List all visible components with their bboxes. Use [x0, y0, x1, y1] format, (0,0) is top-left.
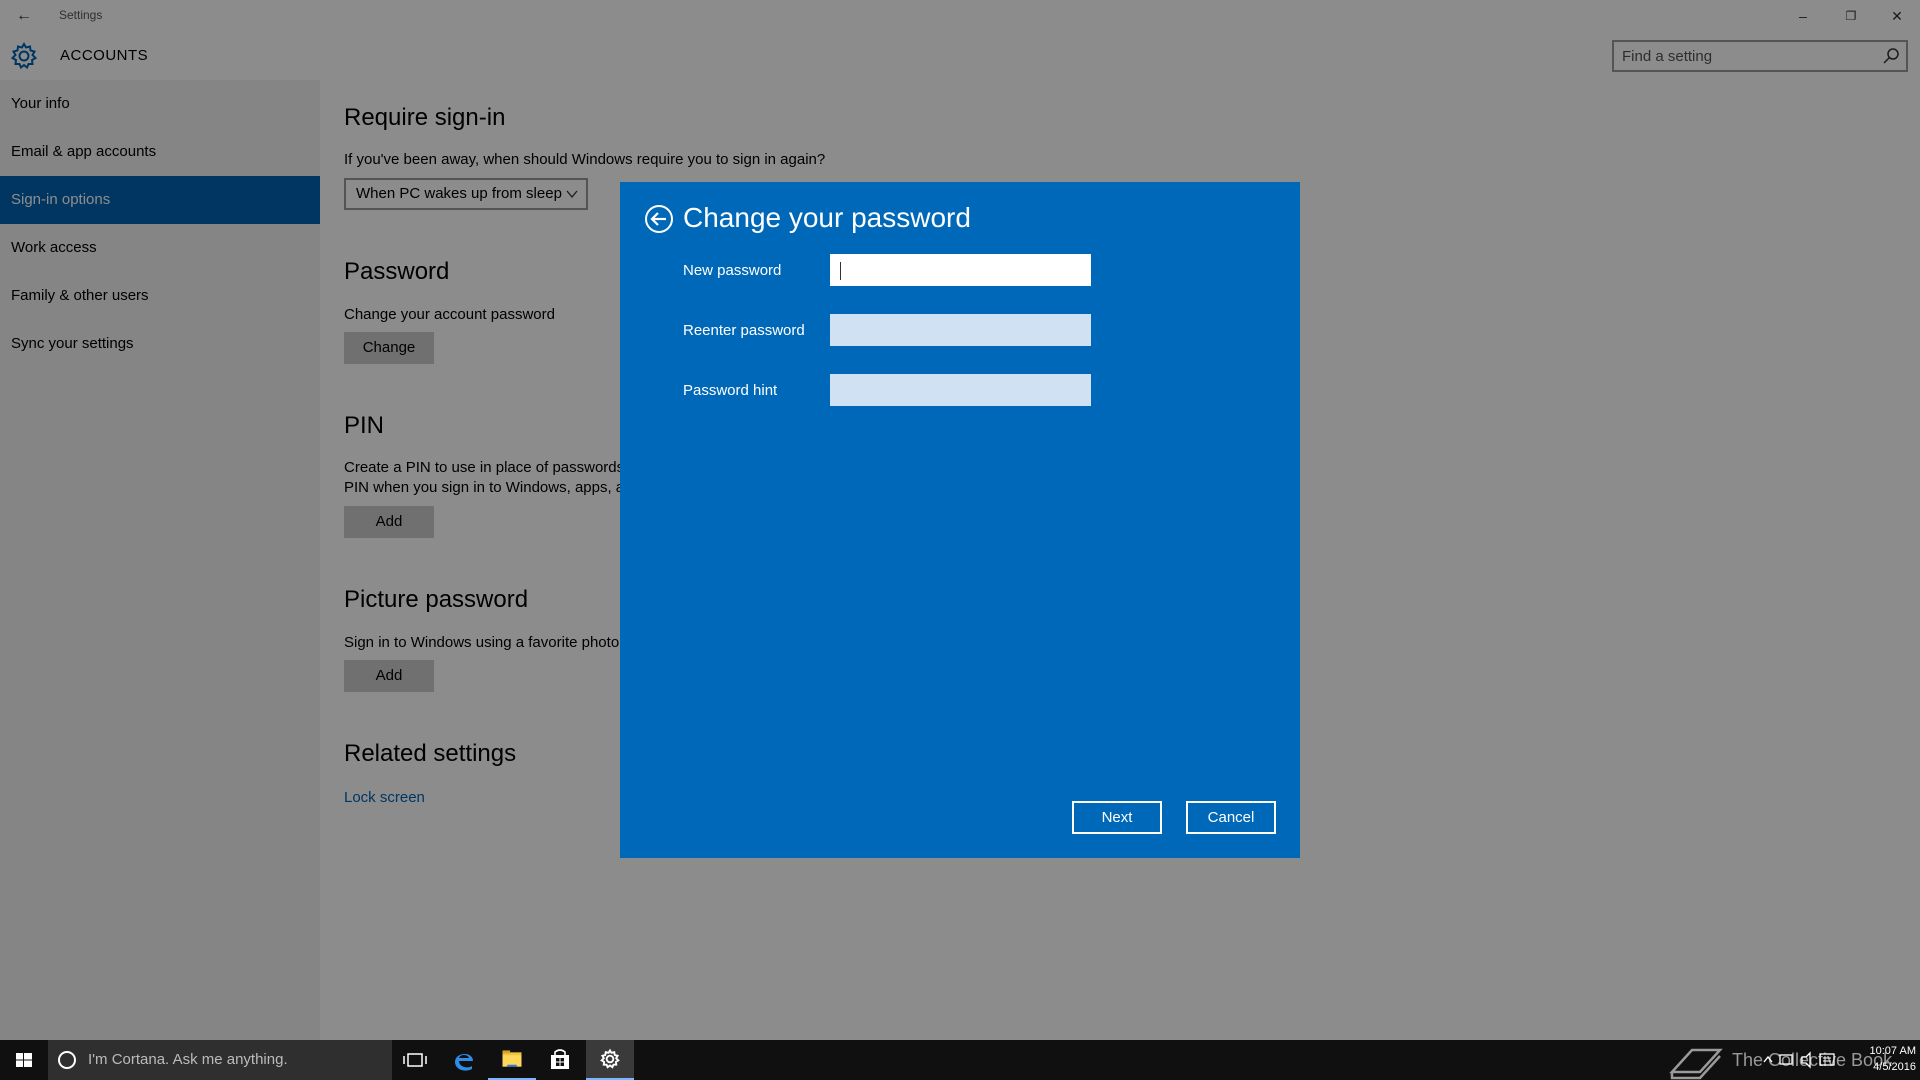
password-hint-label: Password hint	[683, 382, 778, 399]
settings-window: ← Settings – ❐ ✕ ACCOUNTS Your info Emai…	[0, 0, 1920, 1040]
edge-icon[interactable]	[440, 1040, 488, 1080]
next-button[interactable]: Next	[1072, 801, 1162, 834]
store-icon[interactable]	[536, 1040, 584, 1080]
system-tray[interactable]	[1760, 1040, 1840, 1080]
text-caret	[840, 262, 841, 280]
book-logo-icon	[1669, 1048, 1723, 1080]
settings-app-gear-icon[interactable]	[586, 1040, 634, 1080]
clock[interactable]: 10:07 AM 4/5/2016	[1848, 1043, 1916, 1075]
task-view-icon[interactable]	[392, 1040, 440, 1080]
cortana-text: I'm Cortana. Ask me anything.	[88, 1051, 288, 1068]
password-hint-field[interactable]	[830, 374, 1091, 406]
new-password-field[interactable]	[830, 254, 1091, 286]
watermark: The Collective Book	[1668, 1042, 1892, 1080]
cortana-search-box[interactable]: I'm Cortana. Ask me anything.	[48, 1040, 392, 1080]
dialog-title: Change your password	[683, 202, 971, 233]
cancel-button[interactable]: Cancel	[1186, 801, 1276, 834]
windows-logo-icon[interactable]	[0, 1040, 48, 1080]
change-password-dialog: Change your password New password Reente…	[620, 182, 1300, 858]
clock-date: 4/5/2016	[1873, 1061, 1916, 1073]
new-password-label: New password	[683, 262, 782, 279]
cortana-icon	[58, 1051, 76, 1069]
folder-icon[interactable]	[488, 1040, 536, 1080]
clock-time: 10:07 AM	[1869, 1045, 1916, 1057]
taskbar: I'm Cortana. Ask me anything. The Collec…	[0, 1040, 1920, 1080]
reenter-password-label: Reenter password	[683, 322, 805, 339]
reenter-password-field[interactable]	[830, 314, 1091, 346]
back-arrow-circle-icon[interactable]	[644, 204, 674, 234]
